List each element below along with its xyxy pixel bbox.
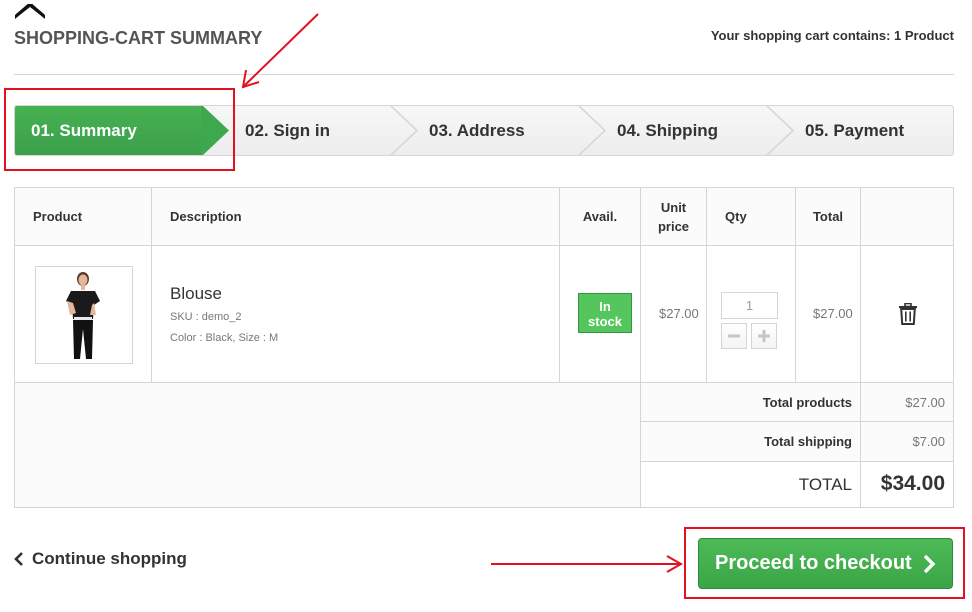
- annotation-arrows: [241, 13, 684, 573]
